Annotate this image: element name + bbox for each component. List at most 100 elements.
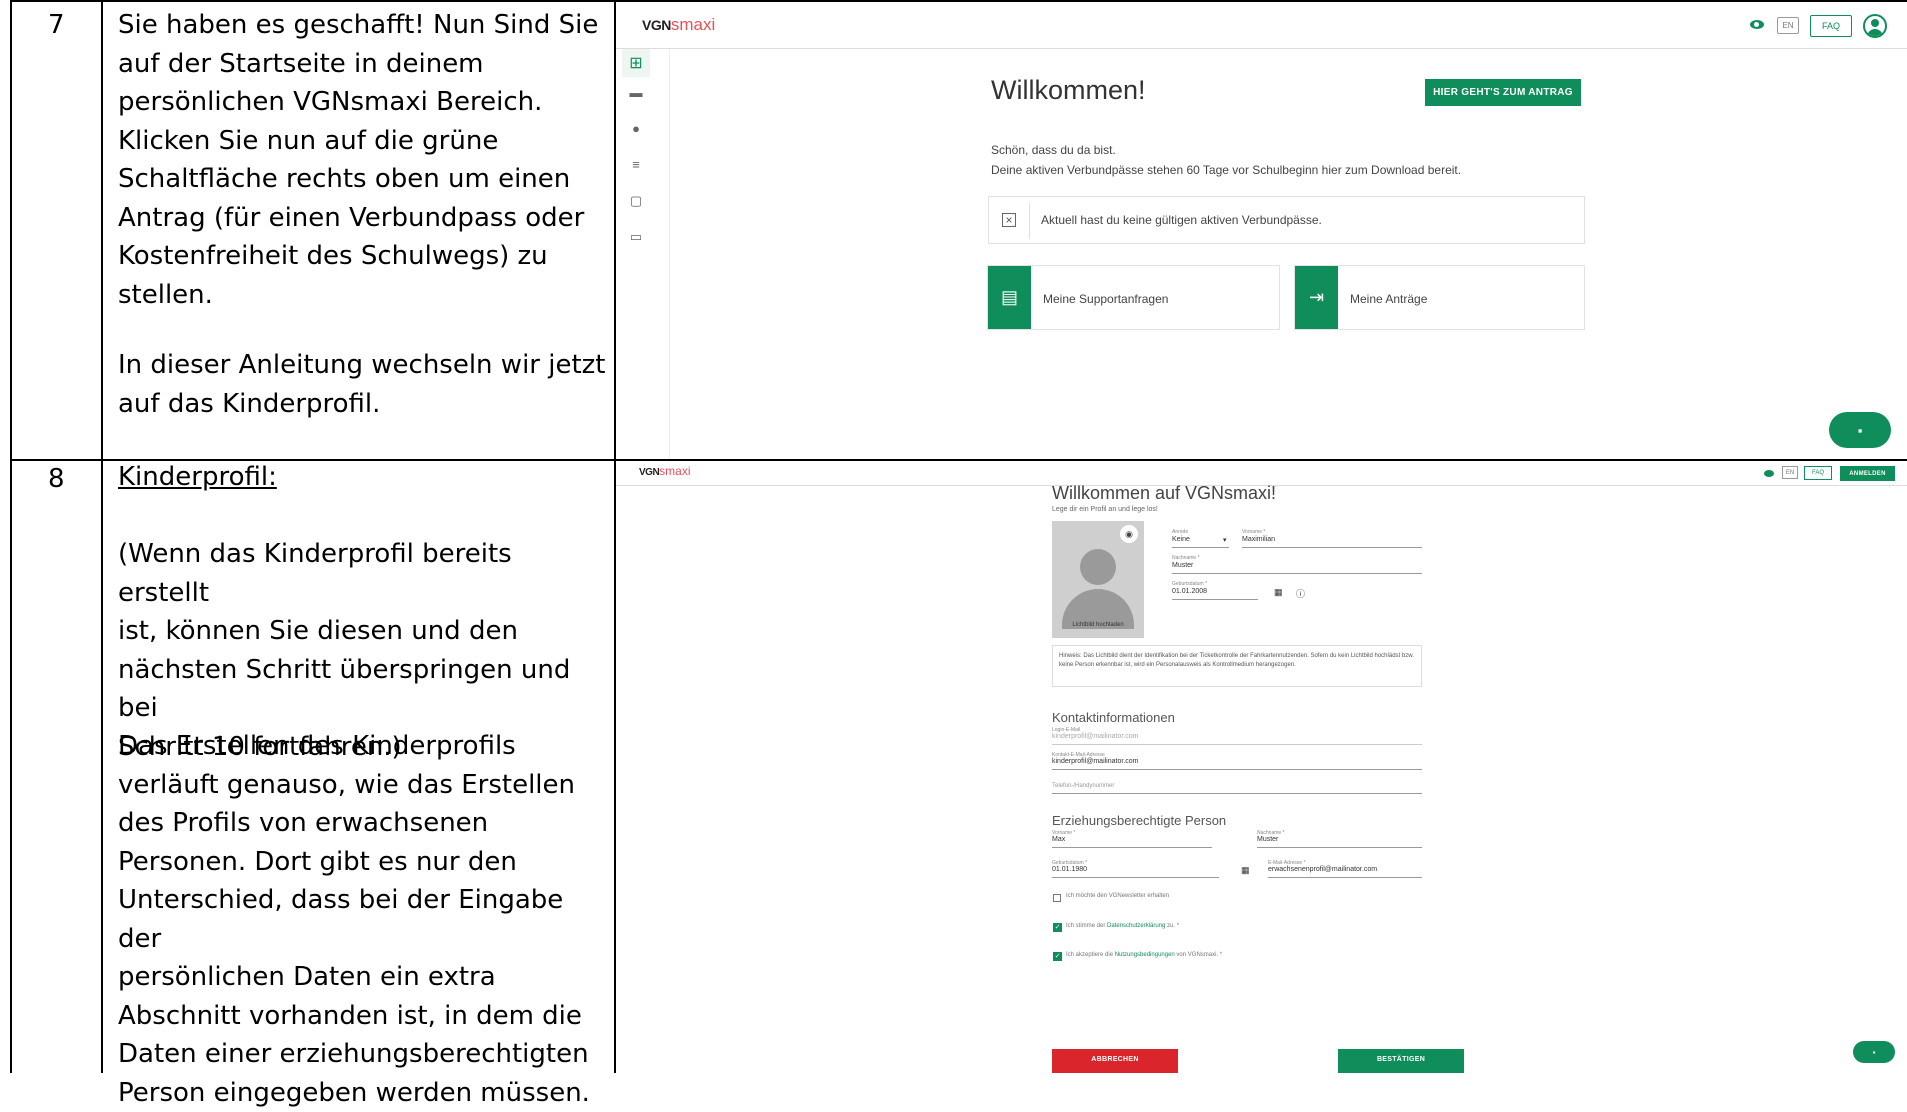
field-underline [1052,769,1422,770]
photo-hint-text: Hinweis: Das Lichtbild dient der Identif… [1059,653,1414,668]
step-number: 8 [48,464,65,494]
terms-label: Ich akzeptiere die Nutzungsbedingungen v… [1066,952,1223,958]
chat-fab-button[interactable]: ▪ [1853,1041,1895,1063]
field-label: Nachname * [1172,555,1200,561]
faq-button[interactable]: FAQ [1810,15,1852,37]
cancel-button[interactable]: ABBRECHEN [1052,1049,1178,1073]
photo-upload[interactable]: ◉ Lichtbild hochladen [1052,521,1144,638]
family-nav-icon[interactable]: ≡ [626,157,646,172]
faq-label: FAQ [1811,470,1824,476]
chat-fab-button[interactable]: ▪ [1829,412,1891,448]
chevron-down-icon: ▾ [1223,537,1227,544]
confirm-button[interactable]: BESTÄTIGEN [1338,1049,1464,1073]
contact-email-input[interactable]: kinderprofil@mailinator.com [1052,758,1138,765]
field-label: Anrede [1172,529,1189,535]
field-underline [1257,847,1422,848]
photo-upload-label: Lichtbild hochladen [1072,622,1124,628]
login-email-input: kinderprofil@mailinator.com [1052,733,1139,740]
step-text: Sie haben es geschafft! Nun Sind Sie auf… [118,10,599,310]
salutation-select[interactable]: Keine [1172,536,1190,543]
step-heading: Kinderprofil: [118,462,277,492]
feedback-nav-icon[interactable]: ▢ [626,193,646,209]
guardian-lastname-input[interactable]: Muster [1257,836,1278,843]
welcome-heading: Willkommen! [991,75,1146,105]
support-tile-label: Meine Supportanfragen [1043,292,1169,306]
privacy-label: Ich stimme der Datenschutzerklärung zu. … [1066,923,1180,929]
field-underline [1242,547,1422,548]
field-underline [1052,877,1219,878]
photo-hint-box: Hinweis: Das Lichtbild dient der Identif… [1052,645,1422,687]
newsletter-checkbox[interactable] [1053,894,1061,902]
camera-icon[interactable]: ◉ [1120,525,1138,543]
user-avatar-icon[interactable] [1863,14,1887,38]
sidebar: ⊞ ▬ ● ≡ ▢ ▭ [616,49,670,458]
newsletter-label: Ich möchte den VGNewsletter erhalten [1066,893,1170,899]
field-underline [1052,847,1212,848]
column-divider-number [101,0,103,1073]
applications-icon: ⇥ [1295,266,1338,329]
guardian-section-title: Erziehungsberechtigte Person [1052,813,1227,828]
profile-nav-icon[interactable]: ● [626,121,646,136]
login-button[interactable]: ANMELDEN [1840,466,1895,481]
cancel-label: ABBRECHEN [1091,1056,1139,1063]
field-underline [1052,793,1422,794]
login-label: ANMELDEN [1849,470,1886,477]
field-underline [1172,573,1422,574]
faq-label: FAQ [1821,21,1840,31]
chat-nav-icon[interactable]: ▭ [626,229,646,245]
terms-link[interactable]: Nutzungsbedingungen [1115,952,1175,958]
header-divider [616,48,1907,49]
form-title: Willkommen auf VGNsmaxi! [1052,483,1277,503]
intro-line-1: Schön, dass du da bist. [991,143,1116,157]
lastname-input[interactable]: Muster [1172,562,1193,569]
close-box-icon: × [1002,213,1016,227]
folder-nav-icon[interactable]: ▬ [626,85,646,100]
step-text: Das Erstellen des Kinderprofils verläuft… [118,731,590,1108]
privacy-link[interactable]: Datenschutzerklärung [1107,923,1165,929]
faq-button[interactable]: FAQ [1804,466,1832,480]
no-pass-text: Aktuell hast du keine gültigen aktiven V… [1041,213,1322,227]
profile-form-screenshot: VGNsmaxi EN FAQ ANMELDEN Willkommen auf … [616,461,1907,1073]
intro-line-2: Deine aktiven Verbundpässe stehen 60 Tag… [991,163,1462,177]
applications-tile[interactable]: ⇥ Meine Anträge [1294,265,1585,330]
table-left-border [10,0,12,1073]
contact-section-title: Kontaktinformationen [1052,710,1175,725]
field-underline [1052,744,1422,745]
field-underline [1268,877,1422,878]
step-text: In dieser Anleitung wechseln wir jetzt a… [118,350,606,419]
privacy-checkbox[interactable]: ✓ [1053,923,1062,932]
field-label: Vorname * [1242,529,1266,535]
eye-icon[interactable] [1750,20,1764,29]
dashboard-screenshot: VGNsmaxi EN FAQ ⊞ ▬ ● ≡ ▢ ▭ Willkommen! … [616,2,1907,458]
help-icon[interactable]: ⓘ [1296,587,1305,600]
applications-tile-label: Meine Anträge [1350,292,1428,306]
application-cta-button[interactable]: HIER GEHT'S ZUM ANTRAG [1425,79,1581,106]
cta-label: HIER GEHT'S ZUM ANTRAG [1433,87,1573,98]
eye-icon[interactable] [1764,470,1774,477]
calendar-icon[interactable]: ▦ [1274,587,1283,598]
vgnsmaxi-logo[interactable]: VGNsmaxi [639,464,691,478]
guardian-birthdate-input[interactable]: 01.01.1980 [1052,866,1087,873]
guardian-firstname-input[interactable]: Max [1052,836,1065,843]
guardian-email-input[interactable]: erwachsenenprofil@mailinator.com [1268,866,1377,873]
vgnsmaxi-logo[interactable]: VGNsmaxi [642,15,715,35]
step-number: 7 [48,10,65,40]
language-button[interactable]: EN [1777,17,1799,34]
support-tile[interactable]: ▤ Meine Supportanfragen [987,265,1280,330]
dashboard-nav-icon[interactable]: ⊞ [622,49,650,77]
field-underline [1172,547,1229,548]
calendar-icon[interactable]: ▦ [1241,865,1250,876]
confirm-label: BESTÄTIGEN [1376,1056,1426,1063]
support-chat-icon: ▤ [988,266,1031,329]
avatar-placeholder [1080,549,1116,585]
form-subtitle: Lege dir ein Profil an und lege los! [1052,506,1158,513]
firstname-input[interactable]: Maximilian [1242,536,1275,543]
terms-checkbox[interactable]: ✓ [1053,952,1062,961]
language-label: EN [1785,469,1795,476]
field-label: Geburtsdatum * [1172,581,1208,587]
language-button[interactable]: EN [1782,466,1798,479]
birthdate-input[interactable]: 01.01.2008 [1172,588,1207,595]
divider [1029,203,1030,239]
phone-input[interactable]: Telefon-/Handynummer [1052,783,1114,789]
field-underline [1172,599,1258,600]
